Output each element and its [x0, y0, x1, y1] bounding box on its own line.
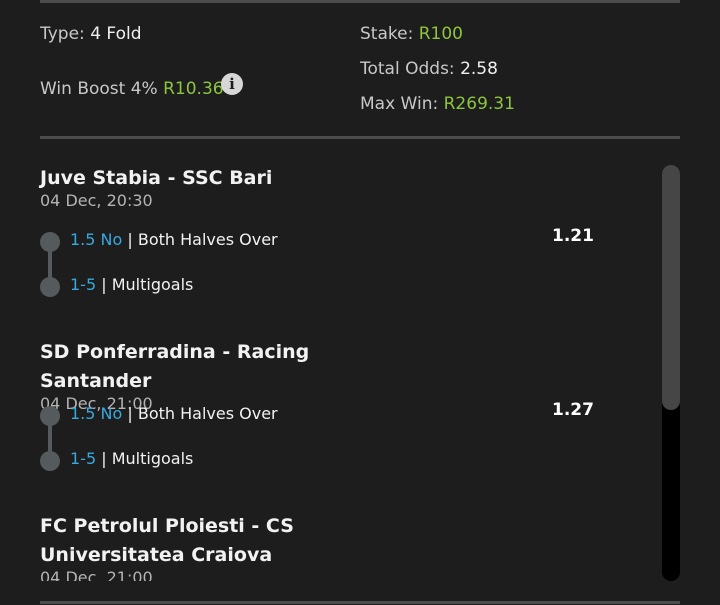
- summary-divider: [40, 136, 680, 139]
- max-win-value: R269.31: [443, 94, 515, 114]
- bet-type: Type: 4 Fold: [40, 24, 142, 44]
- win-boost: Win Boost 4% R10.36: [40, 79, 224, 99]
- selection-value: 1-5: [70, 275, 97, 294]
- stake: Stake: R100: [360, 24, 463, 44]
- total-odds-value: 2.58: [460, 59, 498, 79]
- match-title: SD Ponferradina - Racing Santander: [40, 341, 310, 392]
- win-boost-label: Win Boost 4%: [40, 79, 158, 99]
- selection-connector-dot: [40, 277, 60, 297]
- selection-market: | Multigoals: [101, 275, 194, 294]
- selection-market: | Both Halves Over: [127, 404, 278, 423]
- match-item[interactable]: Juve Stabia - SSC Bari 04 Dec, 20:30: [40, 164, 400, 210]
- selection-group: 1.5 No | Both Halves Over 1-5 | Multigoa…: [40, 404, 370, 476]
- selection-item: 1.5 No | Both Halves Over: [70, 230, 278, 249]
- selection-value: 1.5 No: [70, 230, 123, 249]
- bottom-divider: [40, 601, 680, 604]
- match-item[interactable]: SD Ponferradina - Racing Santander 04 De…: [40, 338, 400, 413]
- top-divider: [40, 0, 680, 3]
- match-time: 04 Dec, 20:30: [40, 191, 153, 210]
- win-boost-value: R10.36: [163, 79, 224, 99]
- selection-item: 1-5 | Multigoals: [70, 275, 193, 294]
- match-odds: 1.21: [552, 226, 594, 246]
- selection-market: | Multigoals: [101, 449, 194, 468]
- match-item[interactable]: FC Petrolul Ploiesti - CS Universitatea …: [40, 512, 400, 581]
- total-odds-label: Total Odds:: [360, 59, 455, 79]
- selection-connector-dot: [40, 451, 60, 471]
- scrollbar-track[interactable]: [662, 165, 680, 581]
- bet-selections-list[interactable]: Juve Stabia - SSC Bari 04 Dec, 20:30 1.5…: [0, 140, 720, 581]
- stake-label: Stake:: [360, 24, 414, 44]
- selection-market: | Both Halves Over: [127, 230, 278, 249]
- scrollbar-thumb[interactable]: [662, 165, 680, 410]
- selection-value: 1.5 No: [70, 404, 123, 423]
- match-title: Juve Stabia - SSC Bari: [40, 167, 273, 189]
- match-odds: 1.27: [552, 400, 594, 420]
- info-icon[interactable]: i: [221, 73, 243, 95]
- max-win: Max Win: R269.31: [360, 94, 515, 114]
- bet-type-label: Type:: [40, 24, 85, 44]
- max-win-label: Max Win:: [360, 94, 439, 114]
- bet-type-value: 4 Fold: [90, 24, 142, 44]
- selection-group: 1.5 No | Both Halves Over 1-5 | Multigoa…: [40, 230, 370, 302]
- selection-value: 1-5: [70, 449, 97, 468]
- stake-value: R100: [418, 24, 463, 44]
- selection-item: 1.5 No | Both Halves Over: [70, 404, 278, 423]
- selection-item: 1-5 | Multigoals: [70, 449, 193, 468]
- total-odds: Total Odds: 2.58: [360, 59, 498, 79]
- match-title: FC Petrolul Ploiesti - CS Universitatea …: [40, 515, 294, 566]
